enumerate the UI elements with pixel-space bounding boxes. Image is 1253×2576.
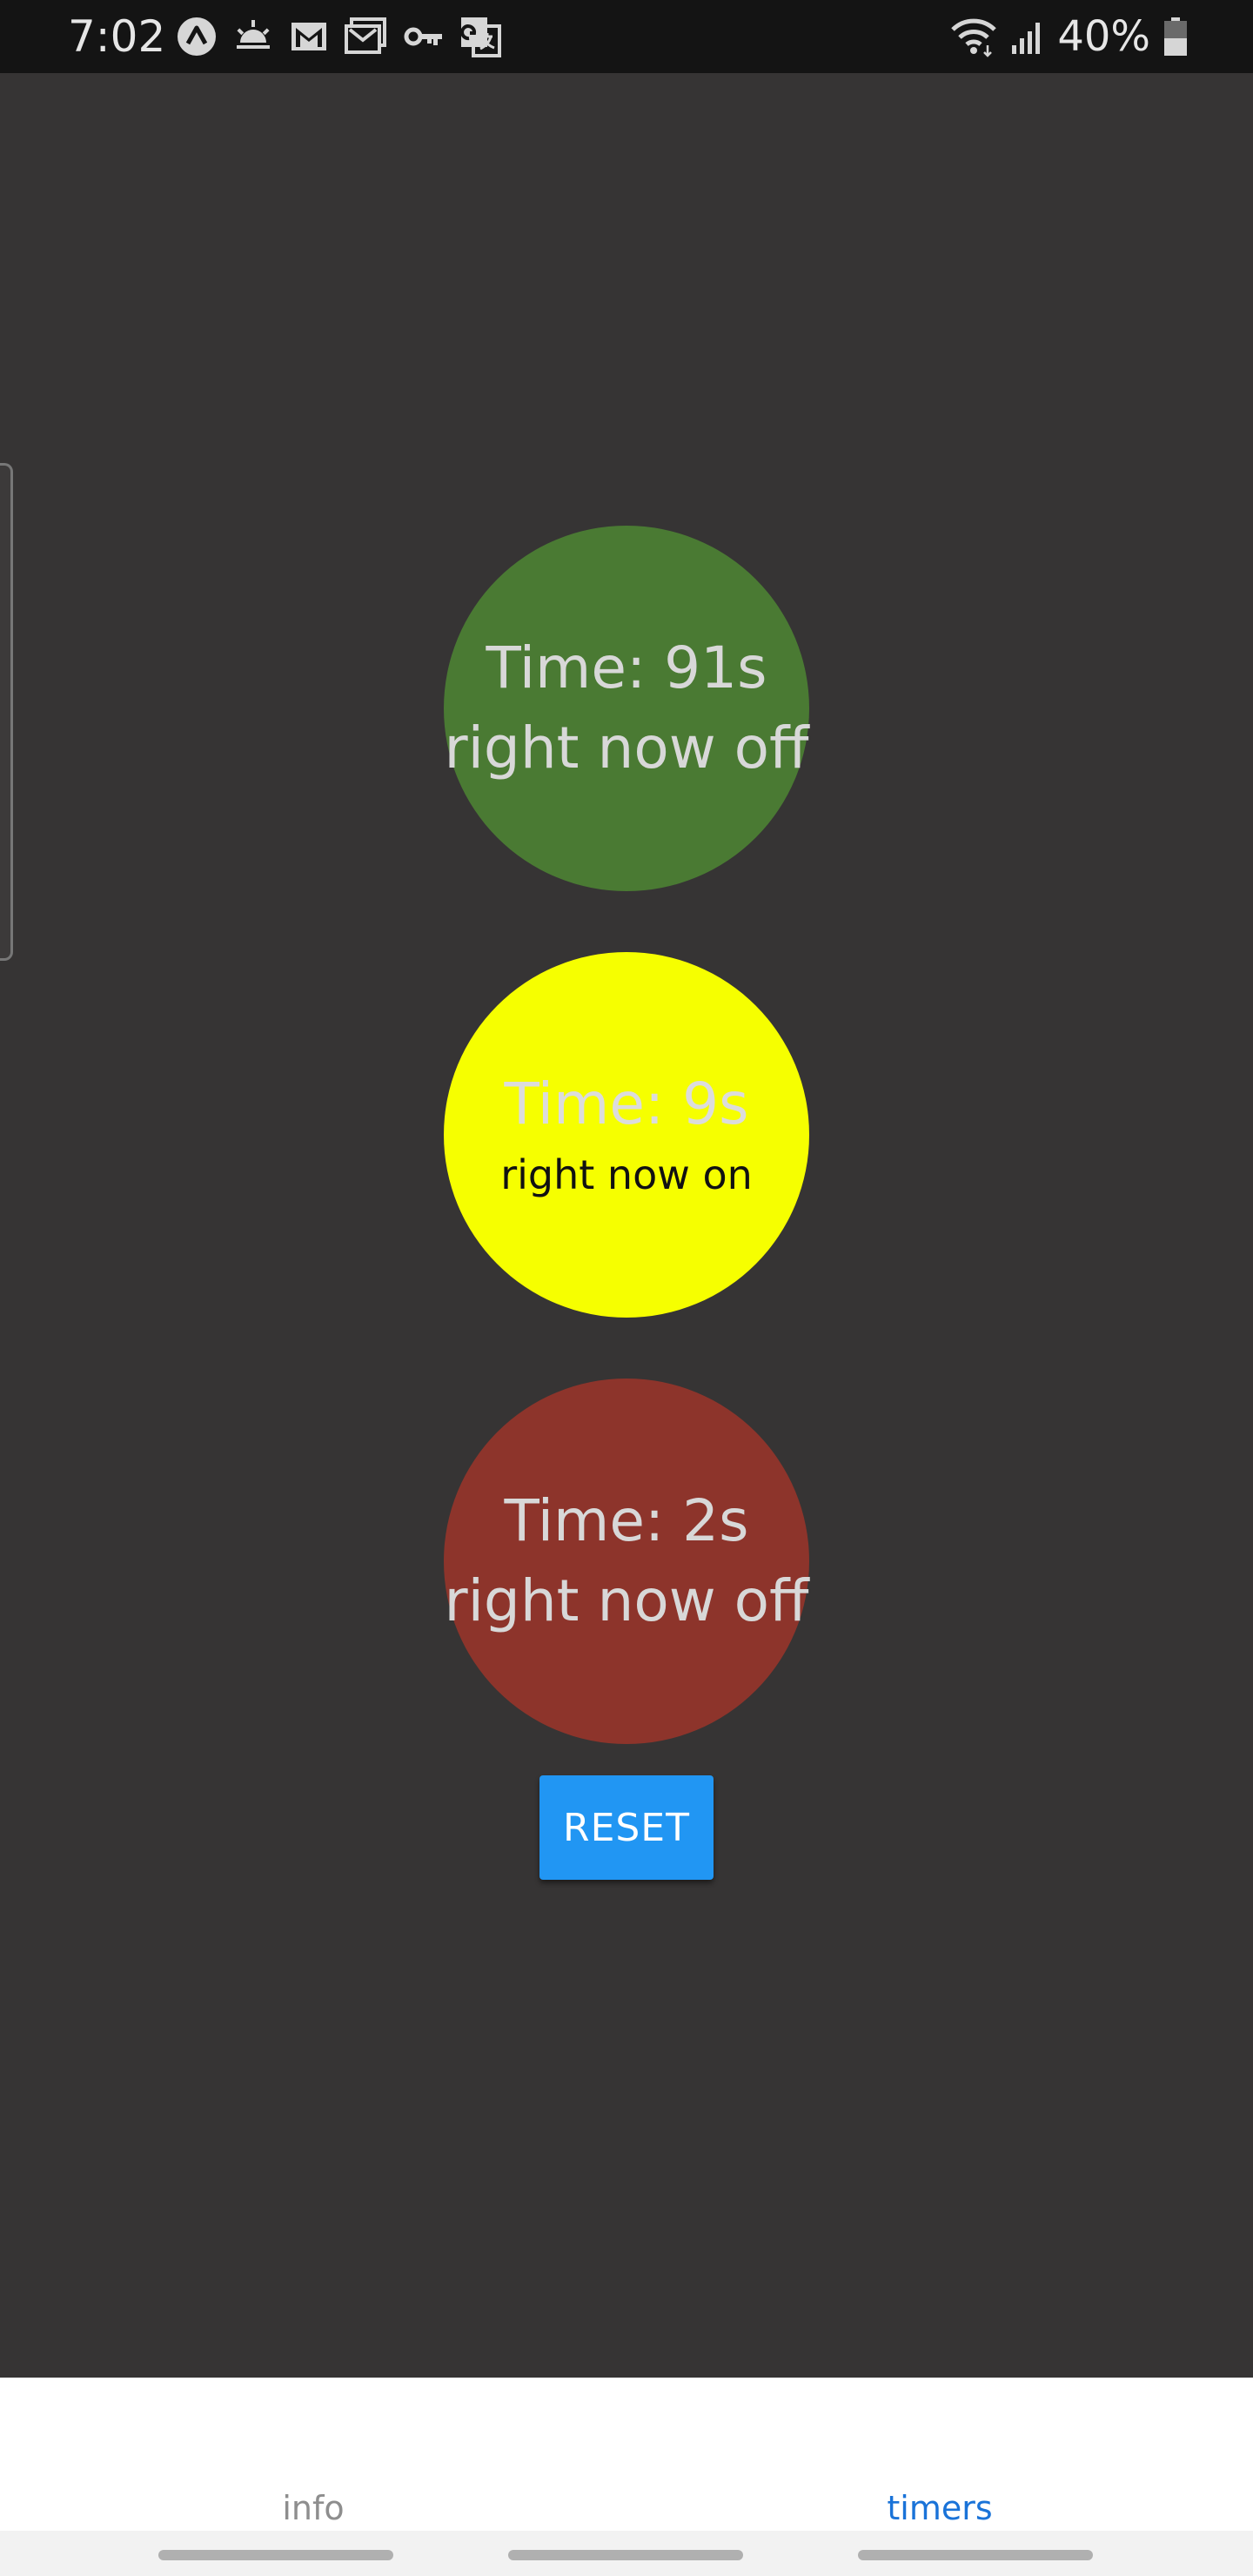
sunrise-icon (237, 20, 270, 49)
status-bar: 7:02 40% (0, 0, 1253, 73)
yellow-state-text: right now on (500, 1151, 753, 1198)
signal-icon (1012, 23, 1041, 54)
reset-button[interactable]: RESET (539, 1775, 714, 1880)
battery-icon (1164, 17, 1187, 56)
status-time: 7:02 (68, 11, 166, 62)
red-state-text: right now off (444, 1567, 809, 1634)
system-icons: 40% (949, 12, 1189, 61)
green-light-timer[interactable]: Time: 91s right now off (444, 526, 809, 891)
gesture-pill-home[interactable] (508, 2550, 743, 2560)
gesture-pill-recents[interactable] (158, 2550, 393, 2560)
key-icon (404, 27, 442, 46)
notification-icons (176, 16, 501, 57)
red-light-timer[interactable]: Time: 2s right now off (444, 1379, 809, 1744)
gmail-icon (291, 23, 326, 50)
yellow-time-text: Time: 9s (504, 1070, 749, 1137)
tab-info[interactable]: info (0, 2482, 626, 2534)
green-time-text: Time: 91s (486, 634, 767, 701)
tab-timers[interactable]: timers (626, 2482, 1253, 2534)
gesture-navigation-bar (0, 2531, 1253, 2576)
gmail-outline-icon (345, 17, 386, 54)
battery-percent: 40% (1057, 12, 1150, 61)
wifi-icon (951, 18, 997, 57)
translate-icon (460, 17, 501, 57)
arrow-up-circle-icon (178, 17, 216, 56)
red-time-text: Time: 2s (504, 1487, 749, 1554)
yellow-light-timer[interactable]: Time: 9s right now on (444, 952, 809, 1318)
green-state-text: right now off (444, 714, 809, 782)
edge-panel-handle[interactable] (0, 463, 13, 961)
gesture-pill-back[interactable] (858, 2550, 1093, 2560)
